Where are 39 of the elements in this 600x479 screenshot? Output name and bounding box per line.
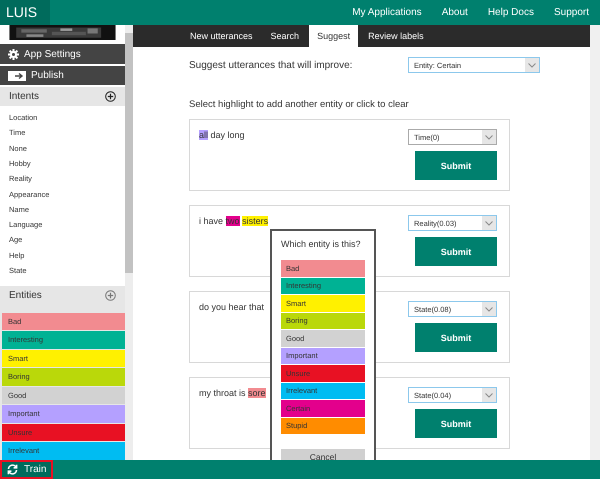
entity-highlight[interactable]: all — [199, 130, 208, 140]
nav-link[interactable]: About — [442, 7, 468, 18]
entity-highlight[interactable]: sore — [248, 388, 266, 398]
popup-title: Which entity is this? — [281, 239, 362, 249]
chevron-down-icon — [482, 216, 496, 230]
train-button[interactable]: Train — [0, 460, 54, 479]
chevron-down-icon — [525, 58, 539, 72]
utterance-text: all day long — [199, 129, 245, 142]
chevron-down-icon — [482, 130, 496, 144]
chevron-down-icon — [482, 388, 496, 402]
scrollbar[interactable] — [590, 25, 600, 460]
chevron-down-icon — [482, 302, 496, 316]
tab[interactable]: Review labels — [360, 25, 432, 47]
entity-highlight[interactable]: sisters — [242, 216, 268, 226]
tab[interactable]: Search — [262, 25, 308, 47]
tab[interactable]: New utterances — [182, 25, 261, 47]
section-title: Entities — [9, 290, 42, 302]
gear-icon — [8, 48, 19, 60]
submit-button[interactable]: Submit — [415, 237, 497, 266]
add-icon[interactable] — [105, 91, 116, 102]
scrollbar[interactable] — [125, 25, 133, 460]
submit-button[interactable]: Submit — [415, 151, 497, 180]
suggest-label: Suggest utterances that will improve: — [189, 60, 354, 70]
utterance-text: my throat is sore — [199, 387, 266, 400]
publish-button[interactable]: Publish — [0, 66, 125, 86]
export-icon — [8, 70, 26, 81]
app-settings-button[interactable]: App Settings — [0, 44, 125, 64]
tab[interactable]: Suggest — [309, 25, 358, 47]
section-title: Intents — [9, 91, 40, 102]
utterance-text: do you hear that — [199, 301, 264, 314]
nav-link[interactable]: Support — [554, 7, 589, 18]
instruction-text: Select highlight to add another entity or click to clear — [189, 99, 410, 110]
cancel-button[interactable]: Cancel — [281, 449, 365, 460]
submit-button[interactable]: Submit — [415, 323, 497, 352]
nav-link[interactable]: Help Docs — [488, 7, 534, 18]
app-logo: LUIS — [0, 0, 50, 25]
nav-link[interactable]: My Applications — [352, 7, 422, 18]
refresh-icon — [7, 464, 18, 475]
submit-button[interactable]: Submit — [415, 409, 497, 438]
